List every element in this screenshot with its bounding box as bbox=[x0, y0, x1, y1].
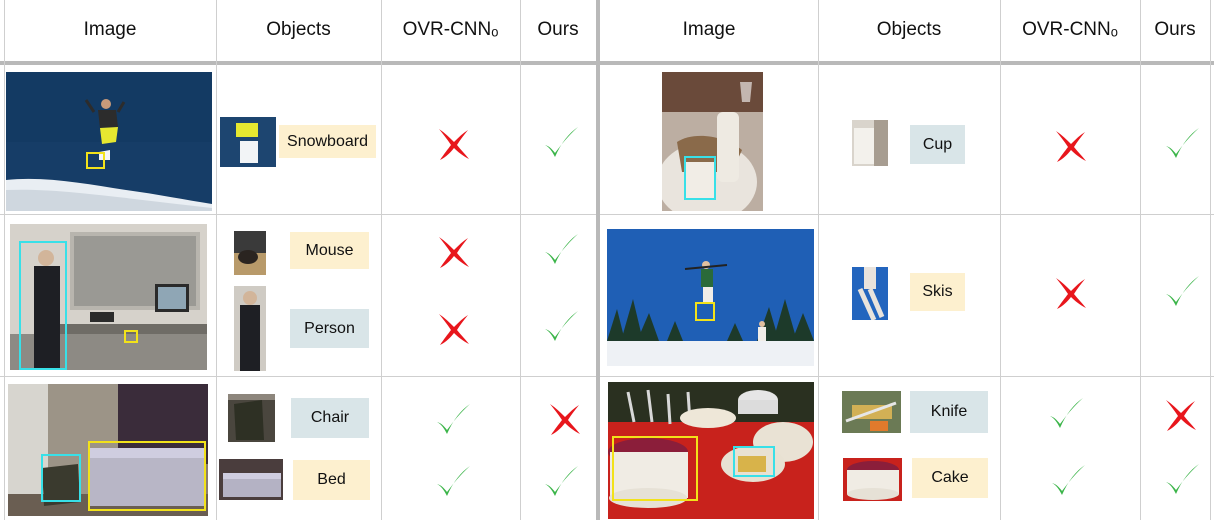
header-separator bbox=[0, 61, 1214, 65]
column-divider bbox=[818, 0, 819, 520]
chair-label: Chair bbox=[291, 398, 369, 438]
snowboard-thumb bbox=[220, 117, 276, 167]
cake-label: Cake bbox=[912, 458, 988, 498]
header-objects-left: Objects bbox=[266, 19, 331, 40]
check-icon bbox=[541, 123, 581, 163]
cup-photo bbox=[662, 72, 763, 211]
cross-icon bbox=[433, 231, 473, 271]
column-divider bbox=[381, 0, 382, 520]
cup-label: Cup bbox=[910, 125, 965, 164]
person-label: Person bbox=[290, 309, 369, 348]
cake-photo bbox=[608, 382, 814, 519]
person-box bbox=[19, 241, 67, 370]
row-divider bbox=[0, 376, 1214, 377]
cross-icon bbox=[1050, 125, 1090, 165]
bedroom-photo bbox=[8, 384, 208, 516]
bed-box bbox=[88, 441, 206, 511]
panel-divider bbox=[596, 0, 600, 520]
mouse-box bbox=[124, 330, 138, 343]
skis-box bbox=[695, 302, 715, 321]
skier-photo bbox=[607, 229, 814, 366]
skis-label: Skis bbox=[910, 273, 965, 311]
column-divider bbox=[216, 0, 217, 520]
header-baseline-left: OVR-CNNₒ bbox=[402, 19, 499, 40]
check-icon bbox=[1162, 272, 1202, 312]
cake-box bbox=[612, 436, 698, 501]
header-ours-left: Ours bbox=[537, 19, 579, 40]
header-image-right: Image bbox=[682, 19, 736, 40]
column-divider bbox=[1210, 0, 1211, 520]
column-divider bbox=[1140, 0, 1141, 520]
row-divider bbox=[0, 214, 1214, 215]
check-icon bbox=[1162, 124, 1202, 164]
check-icon bbox=[433, 462, 473, 502]
bed-label: Bed bbox=[293, 460, 370, 500]
check-icon bbox=[541, 307, 581, 347]
chair-box bbox=[41, 454, 81, 502]
chair-thumb bbox=[228, 394, 275, 442]
cake-thumb bbox=[843, 458, 902, 501]
mouse-label: Mouse bbox=[290, 232, 369, 269]
header-objects-right: Objects bbox=[876, 19, 942, 40]
cup-box bbox=[684, 156, 716, 200]
snowboard-photo bbox=[6, 72, 212, 211]
header-ours-right: Ours bbox=[1154, 19, 1196, 40]
office-photo bbox=[10, 224, 207, 370]
cup-thumb bbox=[852, 120, 888, 166]
knife-box bbox=[733, 446, 775, 477]
check-icon bbox=[541, 462, 581, 502]
bed-thumb bbox=[219, 459, 283, 500]
header-image-left: Image bbox=[83, 19, 137, 40]
knife-label: Knife bbox=[910, 391, 988, 433]
header-baseline-right: OVR-CNNₒ bbox=[1022, 19, 1118, 40]
column-divider bbox=[520, 0, 521, 520]
cross-icon bbox=[433, 123, 473, 163]
check-icon bbox=[1162, 460, 1202, 500]
cross-icon bbox=[433, 308, 473, 348]
snowboard-label: Snowboard bbox=[279, 125, 376, 158]
column-divider bbox=[1000, 0, 1001, 520]
cross-icon bbox=[544, 398, 584, 438]
cross-icon bbox=[1050, 272, 1090, 312]
person-thumb bbox=[234, 286, 266, 371]
mouse-thumb bbox=[234, 231, 266, 275]
check-icon bbox=[1046, 394, 1086, 434]
check-icon bbox=[541, 230, 581, 270]
column-divider bbox=[4, 0, 5, 520]
check-icon bbox=[1048, 461, 1088, 501]
knife-thumb bbox=[842, 391, 901, 433]
cross-icon bbox=[1160, 394, 1200, 434]
snowboard-box bbox=[86, 152, 105, 169]
check-icon bbox=[433, 400, 473, 440]
skis-thumb bbox=[852, 267, 888, 320]
